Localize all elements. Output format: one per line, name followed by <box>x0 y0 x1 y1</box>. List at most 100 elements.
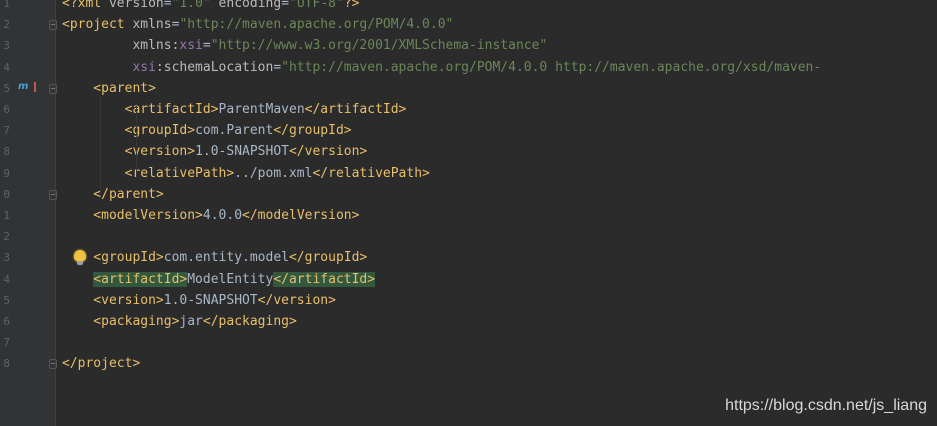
code-token: "1.0" <box>171 0 211 11</box>
code-token: "http://maven.apache.org/POM/4.0.0" <box>179 17 454 33</box>
line-number: 7 <box>3 336 10 350</box>
line-number: 7 <box>3 124 10 138</box>
code-line[interactable]: 4 <artifactId>ModelEntity</artifactId> <box>3 269 937 290</box>
code-line[interactable]: 6 <artifactId>ParentMaven</artifactId> <box>3 99 937 120</box>
fold-marker-icon[interactable] <box>49 20 57 31</box>
line-number: 9 <box>3 166 10 180</box>
code-text: <artifactId>ModelEntity</artifactId> <box>62 269 376 290</box>
code-token: </relativePath> <box>312 165 430 181</box>
code-token: <packaging> <box>62 314 180 329</box>
code-token: :schemaLocation <box>155 59 274 75</box>
line-number: 4 <box>3 60 10 74</box>
code-line[interactable]: 5 <parent> <box>3 78 937 99</box>
code-line[interactable]: 5 <version>1.0-SNAPSHOT</version> <box>3 290 937 311</box>
code-text: <groupId>com.entity.model</groupId> <box>62 247 367 268</box>
line-number: 3 <box>3 251 10 265</box>
matched-tag-highlight: </artifactId> <box>273 271 376 287</box>
fold-marker-icon[interactable] <box>49 83 57 94</box>
matched-tag-highlight: <artifactId> <box>93 271 188 287</box>
code-line[interactable]: 7 <box>3 332 937 353</box>
code-token: </groupId> <box>288 250 368 266</box>
line-number: 6 <box>3 103 10 116</box>
code-text: <packaging>jar</packaging> <box>62 311 297 332</box>
code-token: encoding <box>210 0 282 11</box>
code-text: <project xmlns="http://maven.apache.org/… <box>62 14 453 35</box>
code-token: "http://www.w3.org/2001/XMLSchema-instan… <box>210 38 548 54</box>
code-token: xmlns <box>132 17 172 33</box>
code-token: ?> <box>343 0 360 11</box>
code-text: xmlns:xsi="http://www.w3.org/2001/XMLSch… <box>62 35 547 56</box>
code-line[interactable]: 3 <groupId>com.entity.model</groupId> <box>3 247 937 268</box>
line-number: 2 <box>3 18 10 32</box>
code-token: </parent> <box>62 186 164 202</box>
code-text: </project> <box>62 353 140 374</box>
code-token: <?xml <box>62 0 109 11</box>
code-token: <modelVersion> <box>62 208 203 223</box>
line-number: 6 <box>3 315 10 328</box>
code-line[interactable]: 1 <?xml version="1.0" encoding="UTF-8"?> <box>3 0 937 14</box>
code-line[interactable]: 7 <groupId>com.Parent</groupId> <box>3 120 937 141</box>
code-line[interactable]: 2 <box>3 226 937 247</box>
code-text: <version>1.0-SNAPSHOT</version> <box>62 290 336 311</box>
line-number: 3 <box>3 39 10 53</box>
code-token: <version> <box>62 292 164 308</box>
code-token: = <box>281 0 290 11</box>
code-line[interactable]: 8 </project> <box>3 353 937 374</box>
code-token: com.Parent <box>195 123 274 139</box>
code-token: </artifactId> <box>304 102 407 117</box>
line-number: 4 <box>3 272 10 286</box>
code-token: = <box>163 0 172 11</box>
line-number: 1 <box>3 0 10 10</box>
code-editor[interactable]: 1 <?xml version="1.0" encoding="UTF-8"?> 2… <box>3 0 937 426</box>
code-token: = <box>273 59 282 75</box>
indent-guide <box>136 106 137 178</box>
line-number: 2 <box>3 230 10 244</box>
code-text: </parent> <box>62 184 164 205</box>
line-number: 8 <box>3 357 10 371</box>
code-token: <project <box>62 17 133 33</box>
watermark: https://blog.csdn.net/js_liang <box>725 397 927 414</box>
code-token: </packaging> <box>202 314 297 329</box>
maven-icon[interactable]: m <box>18 80 36 94</box>
code-text: xsi:schemaLocation="http://maven.apache.… <box>62 57 821 78</box>
fold-marker-icon[interactable] <box>49 359 57 370</box>
code-token: version <box>108 0 164 11</box>
code-text: <?xml version="1.0" encoding="UTF-8"?> <box>62 0 359 14</box>
code-token: = <box>202 38 211 54</box>
code-line[interactable]: 0 </parent> <box>3 184 937 205</box>
code-line[interactable]: 1 <modelVersion>4.0.0</modelVersion> <box>3 205 937 226</box>
code-token: 1.0-SNAPSHOT <box>195 144 289 160</box>
code-token: xsi <box>179 38 203 54</box>
code-token: com.entity.model <box>163 250 289 266</box>
code-line[interactable]: 6 <packaging>jar</packaging> <box>3 311 937 332</box>
code-token: <groupId> <box>62 250 164 266</box>
code-token: <artifactId> <box>62 102 219 117</box>
code-line[interactable]: 9 <relativePath>../pom.xml</relativePath… <box>3 163 937 184</box>
line-number: 5 <box>3 81 10 95</box>
code-token: 4.0.0 <box>202 208 243 223</box>
code-text: <parent> <box>62 78 156 99</box>
line-number: 8 <box>3 145 10 159</box>
indent-guide <box>100 96 101 196</box>
code-line[interactable]: 3 xmlns:xsi="http://www.w3.org/2001/XMLS… <box>3 35 937 56</box>
code-token: <version> <box>62 144 196 160</box>
code-token: </version> <box>257 292 336 308</box>
code-token: </groupId> <box>273 123 352 139</box>
code-token: <parent> <box>62 80 156 96</box>
code-token: "UTF-8" <box>289 0 344 11</box>
code-token: <relativePath> <box>62 165 235 181</box>
code-line[interactable]: 2 <project xmlns="http://maven.apache.org… <box>3 14 937 35</box>
code-line[interactable]: 8 <version>1.0-SNAPSHOT</version> <box>3 141 937 162</box>
code-token: <groupId> <box>62 123 196 139</box>
line-number: 5 <box>3 293 10 307</box>
code-text: <artifactId>ParentMaven</artifactId> <box>62 99 407 120</box>
code-token: ModelEntity <box>187 271 274 287</box>
code-token: "http://maven.apache.org/POM/4.0.0 http:… <box>281 59 822 75</box>
code-text: <modelVersion>4.0.0</modelVersion> <box>62 205 359 226</box>
fold-marker-icon[interactable] <box>49 189 57 200</box>
code-token: ParentMaven <box>218 102 305 117</box>
code-token: </modelVersion> <box>242 208 360 223</box>
code-line[interactable]: 4 xsi:schemaLocation="http://maven.apach… <box>3 57 937 78</box>
line-number: 0 <box>3 187 10 201</box>
